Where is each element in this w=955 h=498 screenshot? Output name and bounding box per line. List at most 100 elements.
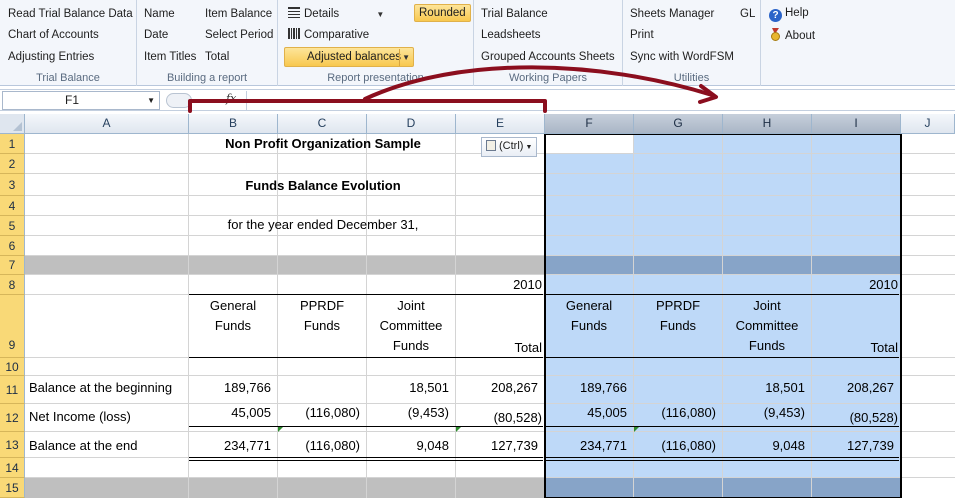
- row-header-3[interactable]: 3: [0, 174, 25, 196]
- header-joint-committee: Committee: [735, 318, 799, 333]
- header-general-funds: Funds: [570, 318, 608, 333]
- row-header-12[interactable]: 12: [0, 404, 25, 432]
- sheets-manager-button[interactable]: Sheets Manager: [630, 7, 714, 21]
- value-total-net: (80,528): [849, 410, 898, 425]
- value-general-begin: 189,766: [580, 380, 627, 395]
- row-header-2[interactable]: 2: [0, 154, 25, 174]
- column-header-c[interactable]: C: [278, 114, 367, 134]
- value-pprdf-net: (116,080): [305, 405, 360, 420]
- trial-balance-paper-button[interactable]: Trial Balance: [481, 7, 548, 21]
- value-joint-net: (9,453): [407, 405, 449, 420]
- comparative-label: Comparative: [304, 29, 370, 41]
- chart-of-accounts-button[interactable]: Chart of Accounts: [8, 28, 99, 42]
- value-total-end: 127,739: [491, 438, 538, 453]
- column-header-b[interactable]: B: [189, 114, 278, 134]
- header-general-funds: Funds: [214, 318, 252, 333]
- adjusting-entries-button[interactable]: Adjusting Entries: [8, 50, 94, 64]
- row-header-11[interactable]: 11: [0, 376, 25, 404]
- total-button[interactable]: Total: [205, 50, 229, 64]
- help-label: Help: [785, 7, 809, 19]
- details-label: Details: [304, 8, 340, 20]
- function-icon[interactable]: fx: [226, 92, 236, 105]
- about-button[interactable]: About: [769, 28, 815, 43]
- comparative-button[interactable]: Comparative: [288, 28, 369, 42]
- active-cell-f1[interactable]: [546, 135, 633, 154]
- ribbon-group-label: Trial Balance: [36, 72, 100, 84]
- value-total-begin: 208,267: [847, 380, 894, 395]
- value-general-net: 45,005: [587, 405, 627, 420]
- error-indicator: [278, 427, 283, 432]
- column-header-d[interactable]: D: [367, 114, 456, 134]
- column-header-a[interactable]: A: [25, 114, 189, 134]
- grouped-accounts-sheets-button[interactable]: Grouped Accounts Sheets: [481, 50, 615, 64]
- report-subtitle: Funds Balance Evolution: [245, 178, 401, 193]
- cell-area[interactable]: Non Profit Organization Sample Funds Bal…: [25, 134, 955, 498]
- ribbon-group-report-presentation: Details ▼ Comparative Adjusted balances …: [278, 0, 474, 86]
- row-header-14[interactable]: 14: [0, 458, 25, 478]
- row-header-13[interactable]: 13: [0, 432, 25, 458]
- print-button[interactable]: Print: [630, 28, 654, 42]
- header-total: Total: [514, 340, 542, 355]
- header-general: General: [209, 298, 257, 313]
- row-header-7[interactable]: 7: [0, 256, 25, 275]
- header-pprdf-funds: Funds: [659, 318, 697, 333]
- adjusted-balances-dropdown[interactable]: Adjusted balances ▼: [284, 47, 414, 67]
- value-joint-end: 9,048: [416, 438, 449, 453]
- header-pprdf-funds: Funds: [303, 318, 341, 333]
- year-label-left: 2010: [513, 277, 542, 292]
- name-box[interactable]: F1 ▼: [2, 91, 160, 110]
- header-joint: Joint: [397, 298, 425, 313]
- column-header-h[interactable]: H: [723, 114, 812, 134]
- value-general-end: 234,771: [580, 438, 627, 453]
- chevron-down-icon: ▼: [399, 49, 410, 66]
- ribbon-group-help: ? Help About: [761, 0, 841, 86]
- row-header-15[interactable]: 15: [0, 478, 25, 498]
- column-header-g[interactable]: G: [634, 114, 723, 134]
- separator-band: [25, 478, 545, 498]
- ribbon-group-label: Utilities: [673, 72, 710, 84]
- row-label-end: Balance at the end: [29, 438, 138, 453]
- chevron-down-icon: ▼: [376, 10, 385, 19]
- item-balance-button[interactable]: Item Balance: [205, 7, 272, 21]
- row-header-5[interactable]: 5: [0, 216, 25, 236]
- select-all-corner[interactable]: [0, 114, 25, 134]
- header-joint-committee: Committee: [379, 318, 443, 333]
- row-header-1[interactable]: 1: [0, 134, 25, 154]
- column-header-i[interactable]: I: [812, 114, 901, 134]
- row-header-8[interactable]: 8: [0, 275, 25, 295]
- chevron-down-icon[interactable]: ▼: [147, 92, 155, 109]
- value-pprdf-end: (116,080): [661, 438, 716, 453]
- value-general-begin: 189,766: [224, 380, 271, 395]
- help-button[interactable]: ? Help: [769, 6, 809, 22]
- row-header-9[interactable]: 9: [0, 295, 25, 358]
- gl-button[interactable]: GL: [740, 7, 755, 21]
- read-trial-balance-data-button[interactable]: Read Trial Balance Data: [8, 7, 133, 21]
- header-general: General: [565, 298, 613, 313]
- value-total-end: 127,739: [847, 438, 894, 453]
- select-period-button[interactable]: Select Period: [205, 28, 273, 42]
- selected-band: [545, 256, 901, 275]
- row-header-10[interactable]: 10: [0, 358, 25, 376]
- name-button[interactable]: Name: [144, 7, 175, 21]
- header-joint-funds: Funds: [392, 338, 430, 353]
- formula-input[interactable]: [246, 91, 953, 110]
- row-header-6[interactable]: 6: [0, 236, 25, 256]
- spreadsheet-grid: A B C D E F G H I J 1 2 3 4 5 6 7 8 9 10…: [0, 114, 955, 498]
- column-header-j[interactable]: J: [901, 114, 955, 134]
- value-joint-end: 9,048: [772, 438, 805, 453]
- details-dropdown[interactable]: Details ▼: [288, 7, 384, 22]
- column-header-e[interactable]: E: [456, 114, 545, 134]
- row-header-4[interactable]: 4: [0, 196, 25, 216]
- date-button[interactable]: Date: [144, 28, 168, 42]
- ribbon-group-utilities: Sheets Manager Print Sync with WordFSM G…: [623, 0, 761, 86]
- sync-wordfsm-button[interactable]: Sync with WordFSM: [630, 50, 734, 64]
- column-header-f[interactable]: F: [545, 114, 634, 134]
- formula-toggle[interactable]: [166, 93, 192, 108]
- leadsheets-button[interactable]: Leadsheets: [481, 28, 540, 42]
- paste-options-button[interactable]: (Ctrl) ▼: [481, 137, 538, 157]
- value-pprdf-net: (116,080): [661, 405, 716, 420]
- rounded-toggle[interactable]: Rounded: [414, 4, 471, 22]
- report-title: Non Profit Organization Sample: [225, 136, 421, 151]
- item-titles-button[interactable]: Item Titles: [144, 50, 196, 64]
- ribbon-group-label: Building a report: [166, 72, 248, 84]
